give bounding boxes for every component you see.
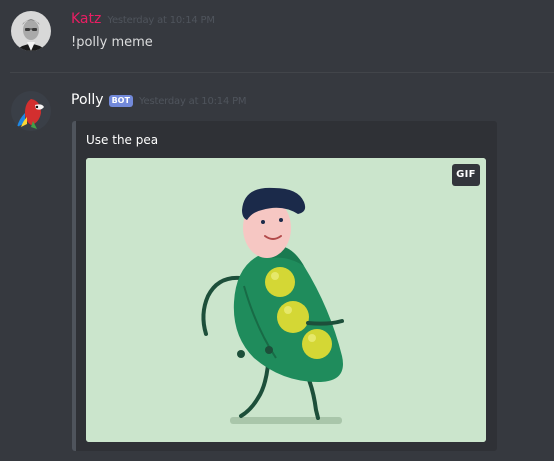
username-katz[interactable]: Katz xyxy=(71,11,101,27)
avatar-katz[interactable] xyxy=(11,11,51,51)
message-header-polly: Polly BOT Yesterday at 10:14 PM xyxy=(71,92,247,108)
embed-gif-image[interactable]: GIF xyxy=(86,158,486,442)
message-text: !polly meme xyxy=(71,35,153,50)
bot-tag: BOT xyxy=(108,95,133,107)
message-divider xyxy=(10,72,554,73)
embed-title: Use the pea xyxy=(86,133,159,147)
message-embed: Use the pea GIF xyxy=(72,121,497,451)
pea-character-icon xyxy=(86,158,486,442)
timestamp: Yesterday at 10:14 PM xyxy=(138,96,247,107)
username-polly[interactable]: Polly xyxy=(71,92,104,108)
avatar-polly[interactable] xyxy=(11,91,51,131)
chat-messages: Katz Yesterday at 10:14 PM !polly meme P… xyxy=(0,0,554,461)
timestamp: Yesterday at 10:14 PM xyxy=(107,15,215,26)
message-header-katz: Katz Yesterday at 10:14 PM xyxy=(71,11,215,27)
gif-badge: GIF xyxy=(452,164,480,186)
